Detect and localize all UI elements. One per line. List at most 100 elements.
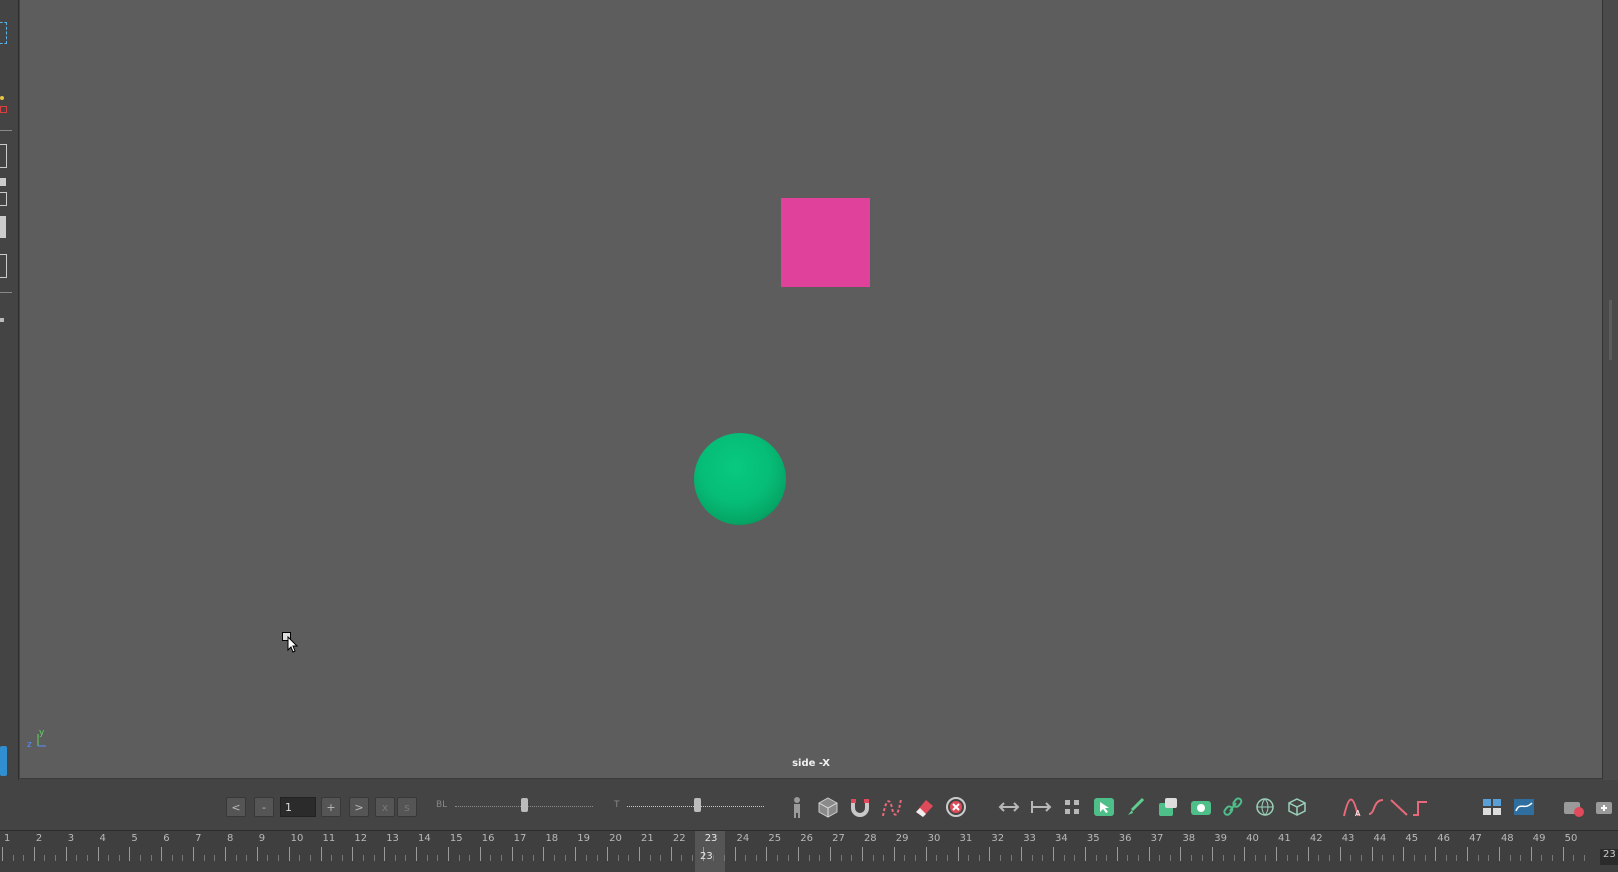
pink-cube[interactable] bbox=[781, 198, 870, 287]
timeline-minor-tick bbox=[1329, 855, 1331, 861]
timeline-tick bbox=[1371, 847, 1373, 861]
step-icon[interactable] bbox=[1409, 796, 1433, 818]
timeline-minor-tick bbox=[585, 855, 587, 861]
timeline-minor-tick bbox=[1031, 855, 1033, 861]
timeline-minor-tick bbox=[617, 855, 619, 861]
timeline-minor-tick bbox=[118, 855, 120, 861]
graph-icon[interactable] bbox=[1512, 796, 1536, 818]
panel-icon[interactable] bbox=[1480, 796, 1504, 818]
t-slider-thumb[interactable] bbox=[694, 798, 701, 812]
plus-button[interactable]: + bbox=[321, 797, 341, 817]
line-icon[interactable] bbox=[1387, 796, 1411, 818]
timeline-minor-tick bbox=[108, 855, 110, 861]
timeline-minor-tick bbox=[1477, 855, 1479, 861]
timeline-tick bbox=[1148, 847, 1150, 861]
timeline-tick bbox=[1053, 847, 1055, 861]
timeline-tick bbox=[1084, 847, 1086, 861]
outliner-layout-icon[interactable] bbox=[0, 216, 6, 238]
frame-input[interactable]: 1 bbox=[280, 797, 316, 817]
x-button[interactable]: x bbox=[375, 797, 395, 817]
timeline-minor-tick bbox=[214, 855, 216, 861]
timeline-minor-tick bbox=[1541, 855, 1543, 861]
timeline-tick-label: 42 bbox=[1309, 833, 1323, 844]
play-layout-icon[interactable] bbox=[0, 178, 6, 186]
human-ik-icon[interactable] bbox=[785, 796, 809, 818]
prev-key-button[interactable]: < bbox=[226, 797, 246, 817]
timeline-tick-label: 39 bbox=[1214, 833, 1228, 844]
timeline-tick-label: 49 bbox=[1532, 833, 1546, 844]
cube-icon[interactable] bbox=[816, 796, 840, 818]
timeline-minor-tick bbox=[904, 855, 906, 861]
curve-a-icon[interactable]: A bbox=[1341, 796, 1365, 818]
four-pane-icon[interactable] bbox=[0, 254, 7, 278]
arrow-right-bar-icon[interactable] bbox=[1029, 796, 1053, 818]
scrollbar-thumb[interactable] bbox=[1609, 300, 1612, 360]
timeline-tick-label: 31 bbox=[959, 833, 973, 844]
green-sphere[interactable] bbox=[694, 433, 786, 525]
lasso-tool-icon[interactable] bbox=[0, 22, 7, 44]
link-icon[interactable] bbox=[1221, 796, 1245, 818]
timeline-minor-tick bbox=[851, 855, 853, 861]
bl-slider-thumb[interactable] bbox=[521, 798, 528, 812]
curve-s-icon[interactable] bbox=[1365, 796, 1389, 818]
timeline-minor-tick bbox=[373, 855, 375, 861]
marker-icon[interactable] bbox=[0, 96, 4, 100]
timeline-minor-tick bbox=[331, 855, 333, 861]
end-frame-field[interactable]: 23 bbox=[1600, 849, 1618, 865]
timeline-minor-tick bbox=[500, 855, 502, 861]
toolbar-divider bbox=[0, 130, 12, 131]
paste-icon[interactable] bbox=[1156, 796, 1180, 818]
pivot-icon[interactable] bbox=[0, 106, 7, 113]
timeline-minor-tick bbox=[44, 855, 46, 861]
timeline-tick-label: 44 bbox=[1373, 833, 1387, 844]
timeline-minor-tick bbox=[1445, 855, 1447, 861]
grid-icon[interactable] bbox=[1060, 796, 1084, 818]
split-pane-icon[interactable] bbox=[0, 192, 7, 206]
curve-tool-icon[interactable] bbox=[880, 796, 904, 818]
timeline-tick-label: 16 bbox=[481, 833, 495, 844]
timeline-minor-tick bbox=[76, 855, 78, 861]
viewport-scrollbar[interactable] bbox=[1603, 0, 1618, 780]
arrows-horizontal-icon[interactable] bbox=[997, 796, 1021, 818]
timeline-tick-label: 8 bbox=[226, 833, 234, 844]
brush-icon[interactable] bbox=[0, 318, 4, 322]
globe-icon[interactable] bbox=[1253, 796, 1277, 818]
timeline-minor-tick bbox=[203, 855, 205, 861]
eraser-icon[interactable] bbox=[912, 796, 936, 818]
camera-icon[interactable] bbox=[1189, 796, 1213, 818]
timeline-tick bbox=[97, 847, 99, 861]
timeline-minor-tick bbox=[692, 855, 694, 861]
timeline-minor-tick bbox=[362, 855, 364, 861]
current-frame-label: 23 bbox=[700, 851, 713, 862]
timeline-tick bbox=[256, 847, 258, 861]
timeline-minor-tick bbox=[554, 855, 556, 861]
channel-box-tab[interactable] bbox=[0, 746, 7, 776]
timeline-minor-tick bbox=[469, 855, 471, 861]
timeline-minor-tick bbox=[1201, 855, 1203, 861]
timeline-minor-tick bbox=[405, 855, 407, 861]
add-icon[interactable] bbox=[1594, 796, 1618, 818]
next-key-button[interactable]: > bbox=[349, 797, 369, 817]
time-slider[interactable]: 1 2 3 4 5 6 7 8 9 10 11 12 13 14 15 16 17 18 19 20 21 22 23 24 2… bbox=[0, 830, 1618, 872]
s-button[interactable]: s bbox=[397, 797, 417, 817]
timeline-tick-label: 18 bbox=[545, 833, 559, 844]
timeline-tick bbox=[861, 847, 863, 861]
timeline-minor-tick bbox=[946, 855, 948, 861]
mesh-icon[interactable] bbox=[1285, 796, 1309, 818]
minus-button[interactable]: - bbox=[254, 797, 274, 817]
timeline-tick bbox=[543, 847, 545, 861]
timeline-minor-tick bbox=[1297, 855, 1299, 861]
timeline-tick-label: 32 bbox=[991, 833, 1005, 844]
camera-record-icon[interactable] bbox=[1562, 796, 1586, 818]
viewport-panel[interactable]: y z side -X bbox=[20, 0, 1603, 779]
single-pane-icon[interactable] bbox=[0, 144, 7, 168]
brush-icon[interactable] bbox=[1124, 796, 1148, 818]
select-icon[interactable] bbox=[1092, 796, 1116, 818]
timeline-tick-label: 28 bbox=[863, 833, 877, 844]
magnet-icon[interactable] bbox=[848, 796, 872, 818]
timeline-minor-tick bbox=[1222, 855, 1224, 861]
timeline-minor-tick bbox=[1509, 855, 1511, 861]
delete-icon[interactable] bbox=[944, 796, 968, 818]
timeline-tick-label: 47 bbox=[1469, 833, 1482, 844]
bottom-toolbar: < - 1 + > x s BL T A bbox=[0, 784, 1618, 830]
